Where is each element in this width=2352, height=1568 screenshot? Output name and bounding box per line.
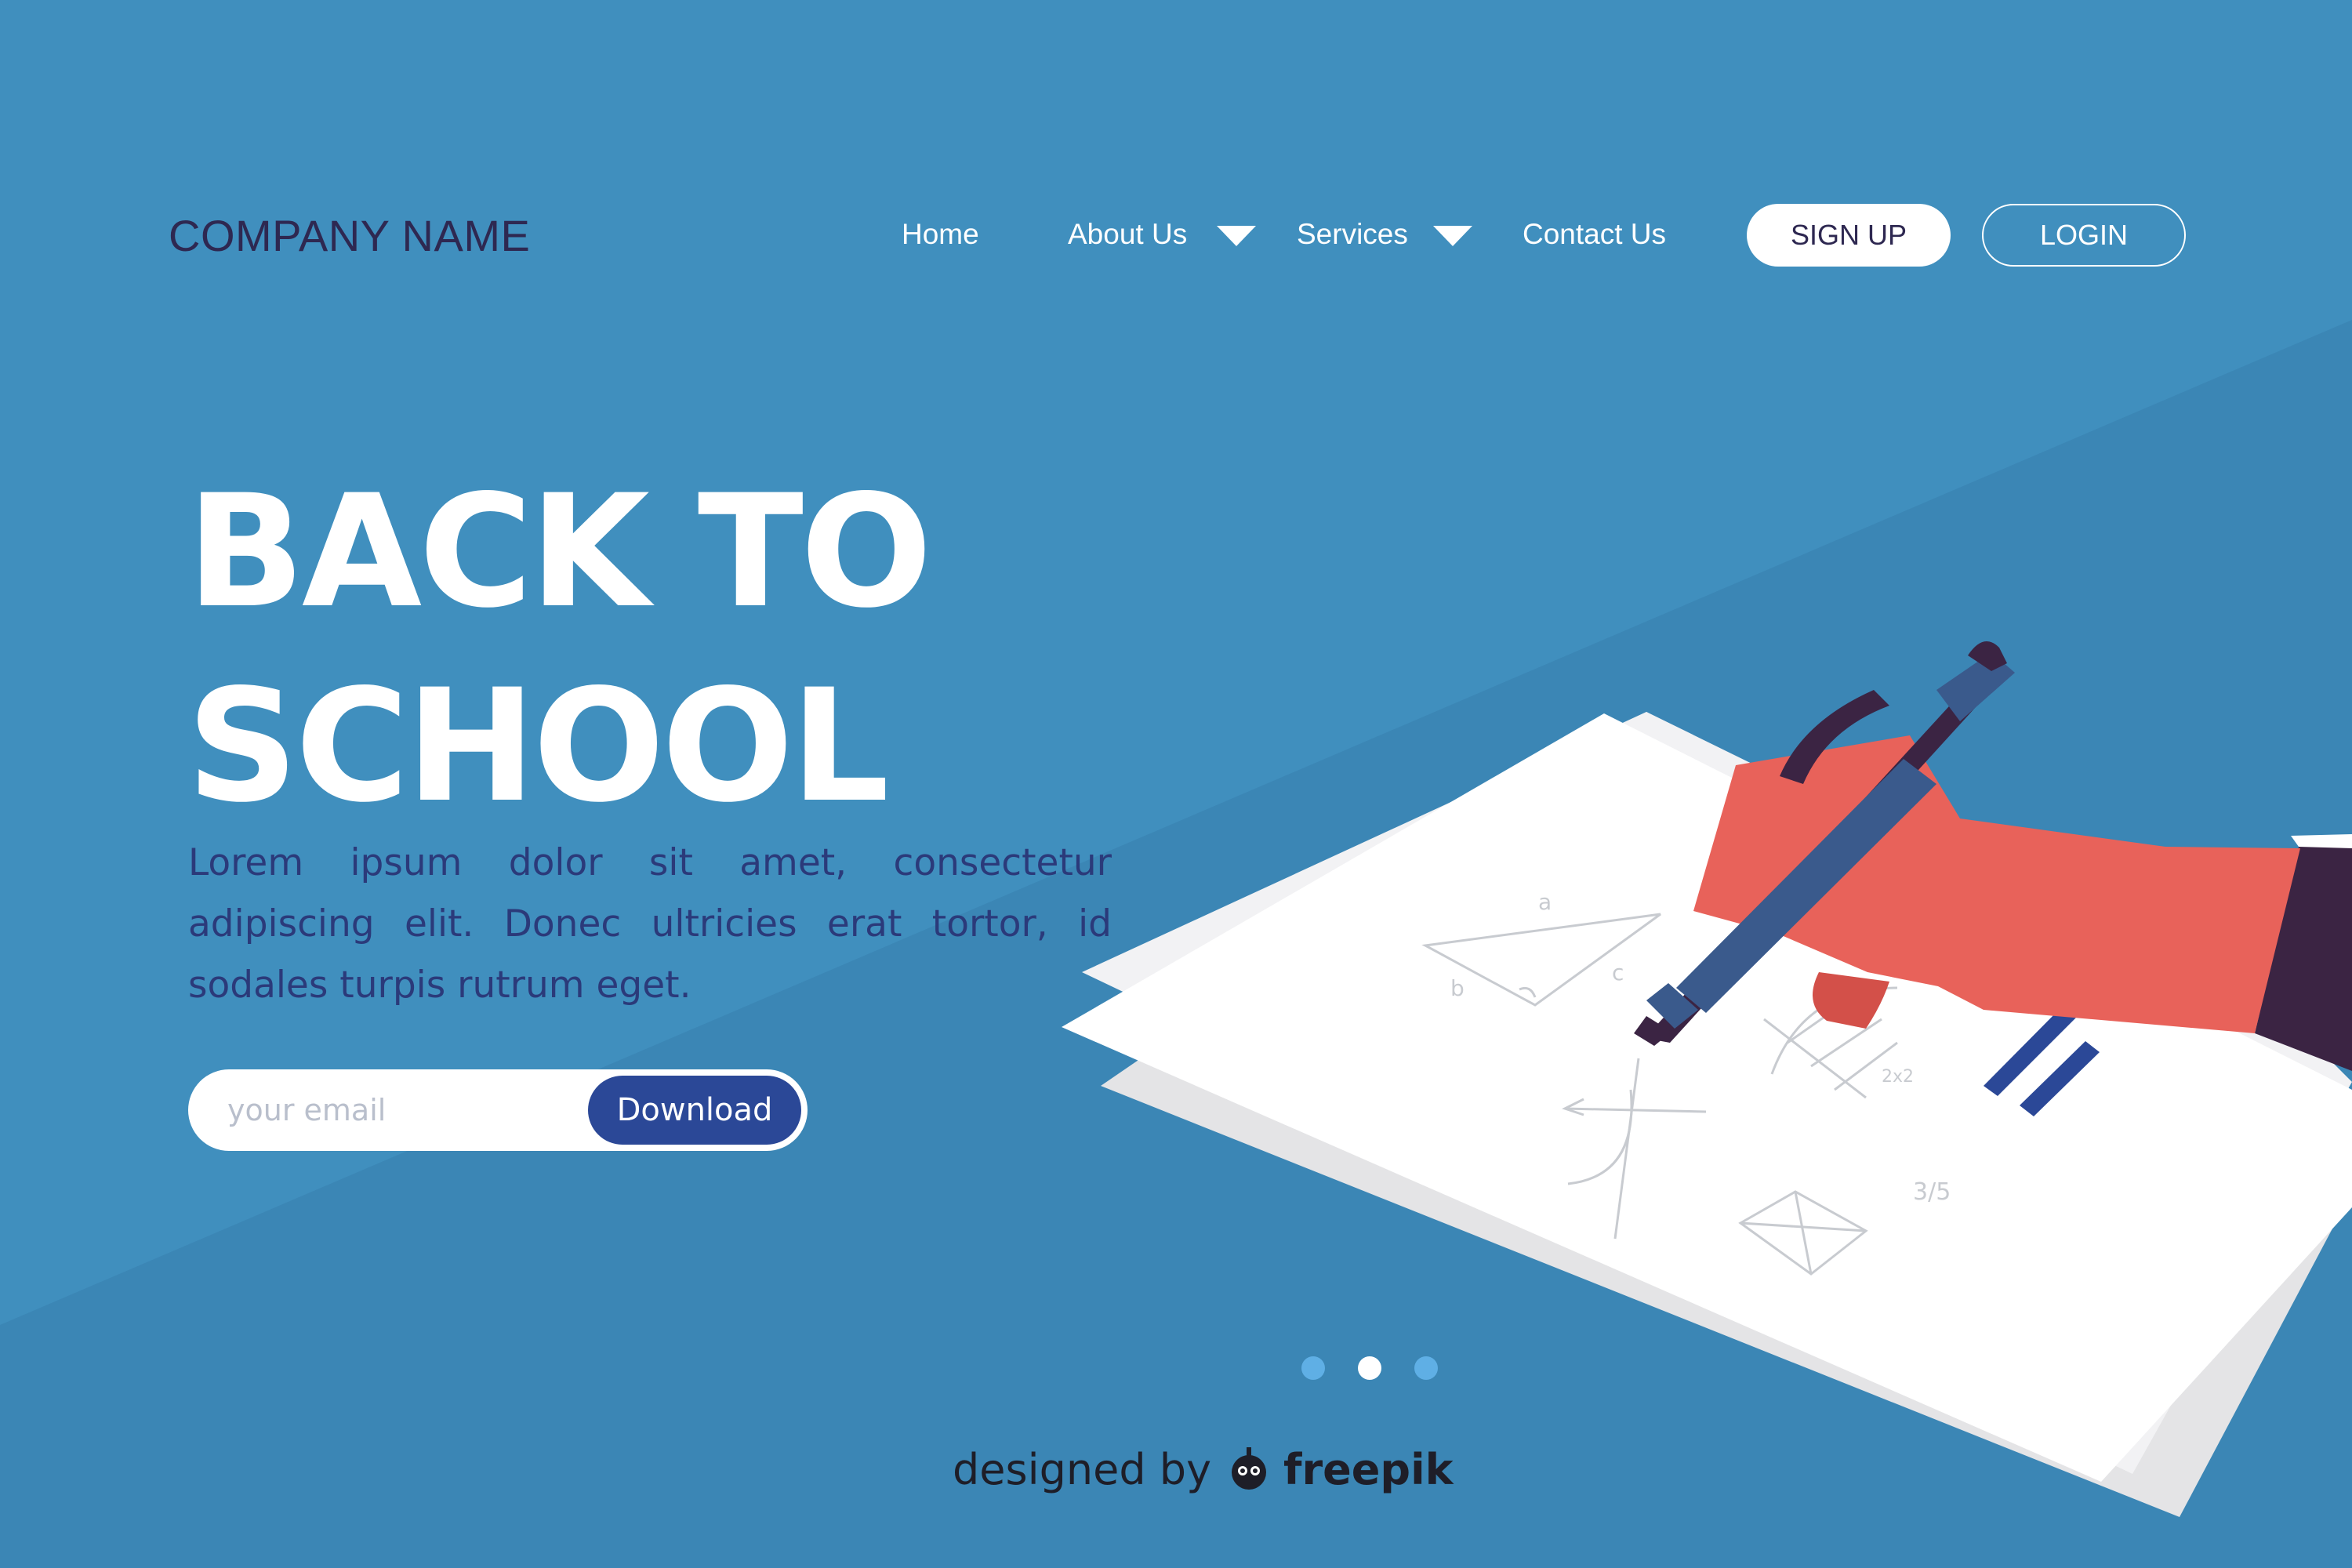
hero-description: Lorem ipsum dolor sit amet, consectetur … (188, 841, 1112, 1007)
hero-title-line-2: SCHOOL (187, 655, 889, 837)
sketch-label-fraction: 3/5 (1913, 1178, 1951, 1206)
sketch-label-c: c (1612, 960, 1624, 985)
hero-title: BACK TO SCHOOL (187, 455, 932, 844)
email-input[interactable] (227, 1087, 604, 1134)
sketch-label-b: b (1450, 975, 1465, 1001)
login-button[interactable]: LOGIN (1982, 204, 2186, 267)
nav-home[interactable]: Home (902, 218, 979, 251)
sketch-label-a: a (1538, 889, 1552, 915)
chevron-down-icon[interactable] (1433, 226, 1472, 246)
hero-title-line-1: BACK TO (187, 461, 932, 642)
signup-button[interactable]: SIGN UP (1747, 204, 1951, 267)
carousel-dot-1[interactable] (1301, 1356, 1325, 1380)
carousel-dot-3[interactable] (1414, 1356, 1438, 1380)
freepik-logo-icon (1232, 1447, 1267, 1490)
nav-about-us[interactable]: About Us (1068, 218, 1187, 251)
hand-writing-illustration: a b c 2x2 3/5 (1062, 641, 2352, 1517)
paper-front (1062, 713, 2352, 1482)
download-button[interactable]: Download (588, 1076, 801, 1145)
email-signup-form: Download (188, 1069, 808, 1151)
designer-credit[interactable]: designed by freepik (953, 1444, 1454, 1494)
sketch-label-2x2: 2x2 (1882, 1067, 1914, 1087)
carousel-pagination (1301, 1356, 1438, 1383)
carousel-dot-2[interactable] (1358, 1356, 1381, 1380)
chevron-down-icon[interactable] (1217, 226, 1256, 246)
sleeve-cuff (2291, 834, 2352, 848)
credit-brand: freepik (1283, 1444, 1454, 1494)
nav-contact-us[interactable]: Contact Us (1523, 218, 1666, 251)
nav-services[interactable]: Services (1297, 218, 1408, 251)
credit-prefix: designed by (953, 1444, 1212, 1494)
